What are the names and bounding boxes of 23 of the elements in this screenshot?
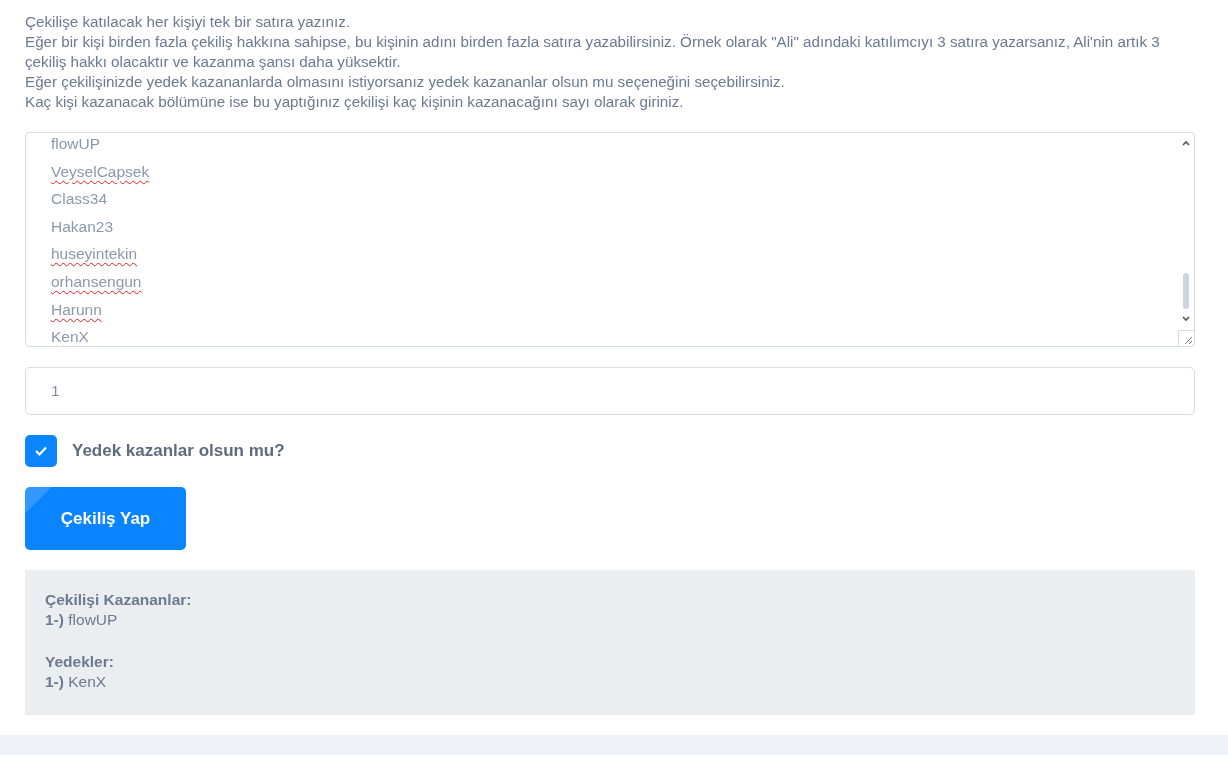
participant-name: flowUP: [51, 134, 101, 154]
winners-title: Çekilişi Kazananlar:: [45, 590, 193, 610]
participant-name: huseyintekin: [51, 244, 138, 265]
instructions-text: Çekilişe katılacak her kişiyi tek bir satıra yazınız. Eğer bir kişi birden fazla çekiliş hakkına sahipse, bu kişinin adını birden fazla satıra yazabilirsiniz. Örnek olarak "Ali" adındaki katılımcıyı 3 satıra yazarsanız, Ali'nin artık 3 çekiliş hakkı olacaktır ve kazanma şansı daha yüksektir. Eğer çekilişinizde yedek kazananlarda olmasını istiyorsanız yedek kazananlar olsun mu seçeneğini seçebilirsiniz. Kaç kişi kazanacak bölümüne ise bu yaptığınız çekilişi kaç kişinin kazanacağını sayı olarak giriniz.: [25, 12, 1161, 112]
scroll-down-icon[interactable]: [1181, 315, 1191, 323]
check-icon: [34, 445, 48, 457]
backups-title: Yedekler:: [45, 652, 115, 672]
participant-name: KenX: [51, 327, 89, 346]
participant-name: Hakan23: [51, 216, 114, 237]
participant-name: Class34: [51, 189, 107, 210]
backup-checkbox[interactable]: [25, 435, 57, 467]
participant-name: VeyselCapsek: [51, 161, 150, 182]
participants-textarea[interactable]: flowUP VeyselCapsek Class34 Hakan23 huseyintekin orhansengun Harunn KenX: [25, 132, 1195, 347]
scroll-up-icon[interactable]: [1181, 139, 1191, 147]
winner-entry: 1-) flowUP: [45, 610, 119, 630]
draw-button[interactable]: Çekiliş Yap: [25, 487, 186, 550]
participant-name: orhansengun: [51, 271, 142, 292]
backup-entry: 1-) KenX: [45, 672, 108, 692]
resize-handle[interactable]: [1178, 330, 1194, 346]
scrollbar-thumb[interactable]: [1183, 273, 1189, 309]
winner-count-field[interactable]: 1: [25, 367, 1195, 415]
checkbox-label: Yedek kazanlar olsun mu?: [72, 441, 285, 461]
participant-name: Harunn: [51, 299, 102, 320]
